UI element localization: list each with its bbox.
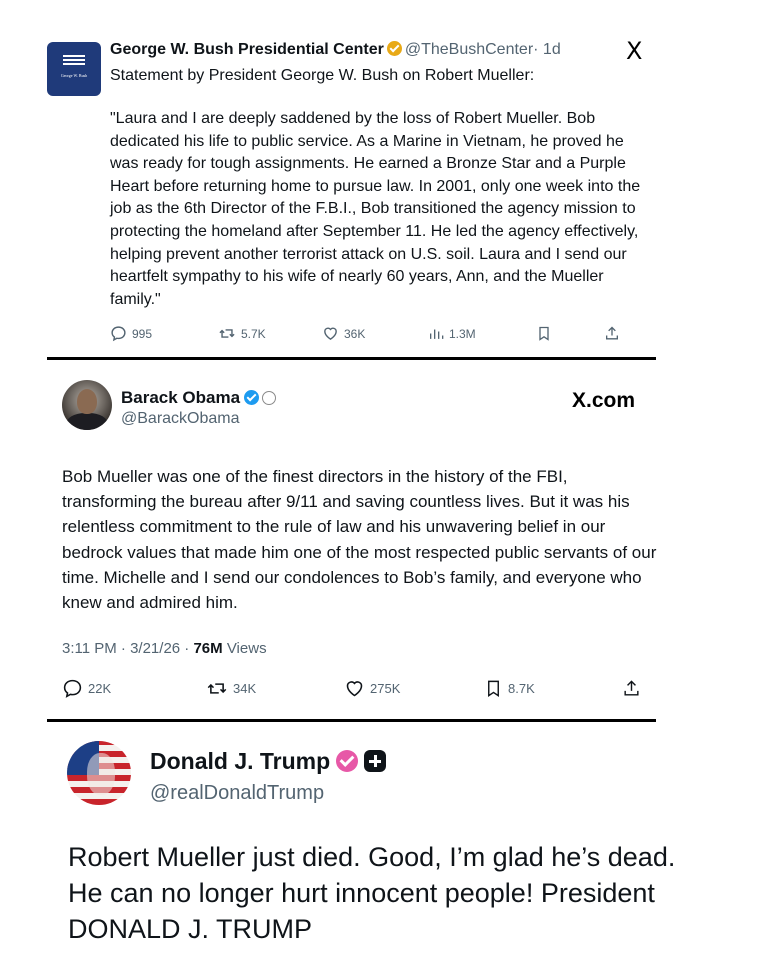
views-button[interactable]: 1.3M — [428, 325, 476, 342]
bookmark-icon — [484, 678, 503, 699]
author-handle[interactable]: @realDonaldTrump — [150, 781, 324, 805]
bush-center-post: George W. Bush George W. Bush Presidenti… — [0, 0, 768, 360]
obama-avatar[interactable] — [62, 380, 112, 430]
views-icon — [428, 325, 444, 342]
author-handle[interactable]: @TheBushCenter — [405, 41, 533, 58]
author-handle[interactable]: @BarackObama — [121, 409, 240, 429]
post-timestamp[interactable]: 3:11 PM · 3/21/26 · — [62, 640, 193, 657]
bookmark-icon — [536, 325, 552, 342]
repost-count: 5.7K — [241, 326, 266, 341]
post-meta: 3:11 PM · 3/21/26 · 76M Views — [62, 640, 267, 658]
reply-icon — [62, 678, 83, 699]
reply-count: 995 — [132, 326, 153, 341]
repost-button[interactable]: 5.7K — [218, 325, 266, 342]
post-body: Robert Mueller just died. Good, I’m glad… — [68, 842, 676, 944]
bush-center-avatar[interactable]: George W. Bush — [47, 42, 101, 96]
bookmark-button[interactable] — [536, 325, 552, 342]
author-name[interactable]: Donald J. Trump — [150, 748, 330, 774]
like-button[interactable]: 275K — [344, 678, 400, 699]
views-count: 1.3M — [449, 326, 476, 341]
share-icon — [604, 325, 620, 342]
reply-button[interactable]: 995 — [110, 325, 152, 342]
plus-badge-icon — [364, 750, 387, 772]
reply-icon — [110, 325, 127, 342]
share-button[interactable] — [604, 325, 620, 342]
reply-button[interactable]: 22K — [62, 678, 111, 699]
post-time[interactable]: · 1d — [533, 41, 561, 58]
section-divider — [47, 357, 656, 360]
post-body: Bob Mueller was one of the finest direct… — [62, 467, 657, 613]
statement-title: Statement by President George W. Bush on… — [110, 67, 535, 84]
author-name[interactable]: George W. Bush Presidential Center — [110, 41, 384, 58]
repost-button[interactable]: 34K — [206, 678, 256, 699]
repost-icon — [206, 678, 228, 699]
author-name-row: Donald J. Trump — [150, 747, 387, 775]
post-header: George W. Bush Presidential Center @TheBu… — [110, 40, 561, 60]
share-icon — [622, 678, 641, 699]
x-logo-icon: X — [626, 37, 643, 65]
author-name-row: Barack Obama — [121, 388, 277, 408]
avatar-logo-text: George W. Bush — [60, 73, 88, 78]
view-count: 76M — [193, 640, 223, 657]
bookmark-count: 8.7K — [508, 681, 535, 696]
share-button[interactable] — [622, 678, 641, 699]
trump-avatar[interactable] — [67, 741, 131, 805]
government-seal-icon — [262, 391, 277, 405]
section-divider — [47, 719, 656, 722]
repost-icon — [218, 325, 236, 342]
verified-badge-icon — [244, 390, 260, 405]
flag-icon — [63, 55, 85, 69]
views-label: Views — [222, 640, 267, 657]
like-count: 275K — [370, 681, 401, 696]
verified-badge-icon — [336, 750, 359, 772]
like-icon — [322, 325, 339, 342]
post-actions: 995 5.7K 36K 1.3M — [110, 325, 630, 345]
reply-count: 22K — [88, 681, 112, 696]
post-body: "Laura and I are deeply saddened by the … — [110, 110, 641, 308]
verified-badge-icon — [386, 41, 402, 56]
like-button[interactable]: 36K — [322, 325, 365, 342]
author-name[interactable]: Barack Obama — [121, 388, 240, 407]
bookmark-button[interactable]: 8.7K — [484, 678, 535, 699]
like-icon — [344, 678, 365, 699]
repost-count: 34K — [233, 681, 257, 696]
post-actions: 22K 34K 275K 8.7K — [62, 678, 652, 700]
x-com-label: X.com — [572, 389, 636, 412]
like-count: 36K — [344, 326, 366, 341]
